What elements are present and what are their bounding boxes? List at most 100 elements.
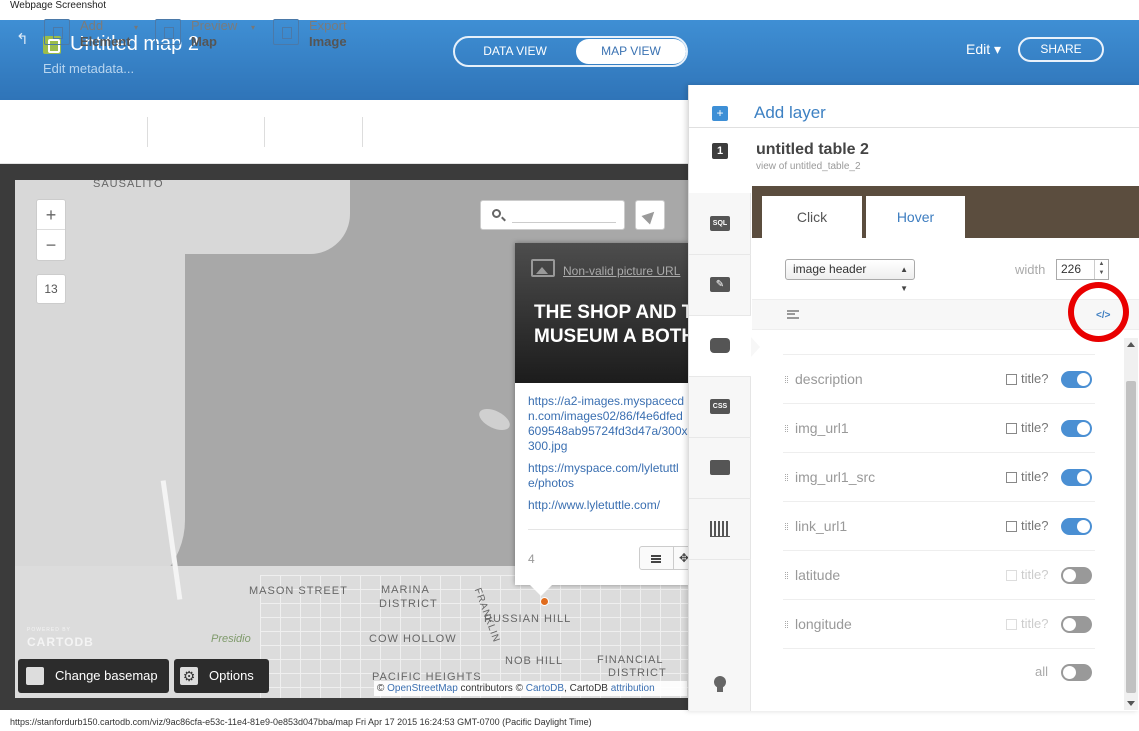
list-icon[interactable]	[651, 555, 661, 563]
panel-scrollbar[interactable]	[1124, 338, 1138, 710]
scrollbar-thumb[interactable]	[1126, 381, 1136, 693]
map-search-input[interactable]	[480, 200, 625, 230]
chevron-down-icon: ▾	[251, 23, 256, 32]
map-place-label: MARINA	[381, 584, 430, 596]
drag-handle-icon[interactable]	[785, 572, 788, 579]
map-place-label: SAUSALITO	[93, 180, 164, 190]
map-island	[475, 404, 514, 435]
all-fields-toggle[interactable]	[1061, 664, 1092, 681]
share-button[interactable]: SHARE	[1018, 37, 1104, 62]
zoom-control: + −	[36, 199, 66, 261]
map-place-label: RUSSIAN HILL	[484, 613, 572, 625]
zoom-out-button[interactable]: −	[37, 230, 65, 260]
title-checkbox-label: title?	[1021, 371, 1049, 386]
sidebar-item-wizard[interactable]: ✎	[689, 255, 751, 316]
tab-hover[interactable]: Hover	[866, 196, 965, 238]
sidebar-item-filters[interactable]	[689, 499, 751, 560]
change-basemap-button[interactable]: Change basemap	[18, 659, 169, 693]
sidebar-item-infowindow[interactable]	[689, 316, 751, 377]
title-checkbox-label: title?	[1021, 616, 1049, 631]
scroll-down-icon[interactable]	[1127, 701, 1135, 706]
field-row-latitude: latitude title?	[783, 550, 1095, 599]
map-place-label: MASON STREET	[249, 585, 348, 597]
field-toggle[interactable]	[1061, 371, 1092, 388]
image-icon	[531, 259, 555, 277]
speech-bubble-icon	[710, 338, 730, 353]
field-name: img_url1	[795, 420, 849, 436]
field-name: description	[795, 371, 863, 387]
map-place-label: DISTRICT	[608, 667, 667, 679]
zoom-in-button[interactable]: +	[37, 200, 65, 230]
field-toggle[interactable]	[1061, 420, 1092, 437]
active-tab-pointer	[751, 337, 760, 357]
chevron-down-icon: ▾	[134, 23, 139, 32]
width-input[interactable]: 226 ▲ ▼	[1056, 259, 1109, 280]
popup-link[interactable]: https://a2-images.myspacecdn.com/images0…	[528, 394, 688, 454]
toolbar-divider	[147, 117, 148, 147]
back-arrow-icon[interactable]: ↰	[16, 32, 32, 47]
footer-url: https://stanfordurb150.cartodb.com/viz/9…	[10, 717, 592, 727]
toolbar-divider	[264, 117, 265, 147]
nonvalid-picture-link[interactable]: Non-valid picture URL	[563, 264, 680, 278]
drag-handle-icon[interactable]	[785, 425, 788, 432]
title-checkbox[interactable]	[1006, 570, 1017, 581]
field-name: longitude	[795, 616, 852, 632]
field-name: latitude	[795, 567, 841, 583]
osm-link[interactable]: OpenStreetMap	[387, 683, 458, 694]
tab-click[interactable]: Click	[762, 196, 862, 238]
field-row-img-url1: img_url1 title?	[783, 403, 1095, 452]
popup-link[interactable]: https://myspace.com/lyletuttle/photos	[528, 461, 688, 491]
map-place-label: DISTRICT	[379, 598, 438, 610]
field-toggle[interactable]	[1061, 567, 1092, 584]
title-checkbox[interactable]	[1006, 374, 1017, 385]
field-toggle[interactable]	[1061, 616, 1092, 633]
legend-icon	[710, 460, 730, 475]
sql-icon: SQL	[710, 216, 730, 231]
cartodb-logo: POWERED BY CARTODB	[27, 627, 94, 649]
title-checkbox-label: title?	[1021, 420, 1049, 435]
title-checkbox[interactable]	[1006, 423, 1017, 434]
scroll-up-icon[interactable]	[1127, 342, 1135, 347]
edit-menu[interactable]: Edit ▾	[966, 41, 1001, 58]
layer-subtitle: view of untitled_table_2	[756, 161, 861, 172]
drag-handle-icon[interactable]	[785, 474, 788, 481]
drag-handle-icon[interactable]	[785, 376, 788, 383]
lightbulb-icon[interactable]	[714, 676, 726, 692]
spinner-icon[interactable]: ▲ ▼	[1094, 260, 1108, 279]
field-toggle[interactable]	[1061, 469, 1092, 486]
template-select[interactable]: image header ▲ ▼	[785, 259, 915, 293]
popup-nav-buttons: ✥	[639, 546, 689, 570]
plus-icon[interactable]: +	[712, 106, 728, 121]
sidebar-item-sql[interactable]: SQL	[689, 194, 751, 255]
cartodb-link[interactable]: CartoDB	[526, 683, 564, 694]
add-layer-button[interactable]: Add layer	[754, 103, 826, 123]
field-name: img_url1_src	[795, 469, 876, 485]
sidebar-item-css[interactable]: CSS	[689, 377, 751, 438]
field-toggle[interactable]	[1061, 518, 1092, 535]
map-place-label: COW HOLLOW	[369, 633, 457, 645]
title-checkbox-label: title?	[1021, 567, 1049, 582]
popup-record-count: 4	[528, 552, 535, 566]
drag-handle-icon[interactable]	[785, 621, 788, 628]
map-marker[interactable]	[540, 597, 549, 606]
map-view-button[interactable]: MAP VIEW	[576, 39, 686, 64]
sidebar-item-legend[interactable]	[689, 438, 751, 499]
field-row-img-url1-src: img_url1_src title?	[783, 452, 1095, 501]
map-attribution: © OpenStreetMap contributors © CartoDB, …	[374, 681, 687, 696]
title-checkbox[interactable]	[1006, 521, 1017, 532]
title-checkbox-label: title?	[1021, 469, 1049, 484]
layer-title[interactable]: untitled table 2	[756, 141, 869, 159]
title-checkbox[interactable]	[1006, 472, 1017, 483]
locate-icon[interactable]	[635, 200, 665, 230]
field-row-description: description title?	[783, 354, 1095, 403]
attribution-link[interactable]: attribution	[611, 683, 655, 694]
options-button[interactable]: ⚙ Options	[174, 659, 269, 693]
field-row-longitude: longitude title?	[783, 599, 1095, 648]
popup-link[interactable]: http://www.lyletuttle.com/	[528, 498, 689, 513]
data-view-button[interactable]: DATA VIEW	[455, 38, 575, 65]
popup-tip	[528, 583, 554, 596]
edit-metadata-link[interactable]: Edit metadata...	[43, 61, 134, 76]
drag-handle-icon[interactable]	[785, 523, 788, 530]
title-checkbox[interactable]	[1006, 619, 1017, 630]
search-icon	[492, 209, 501, 218]
